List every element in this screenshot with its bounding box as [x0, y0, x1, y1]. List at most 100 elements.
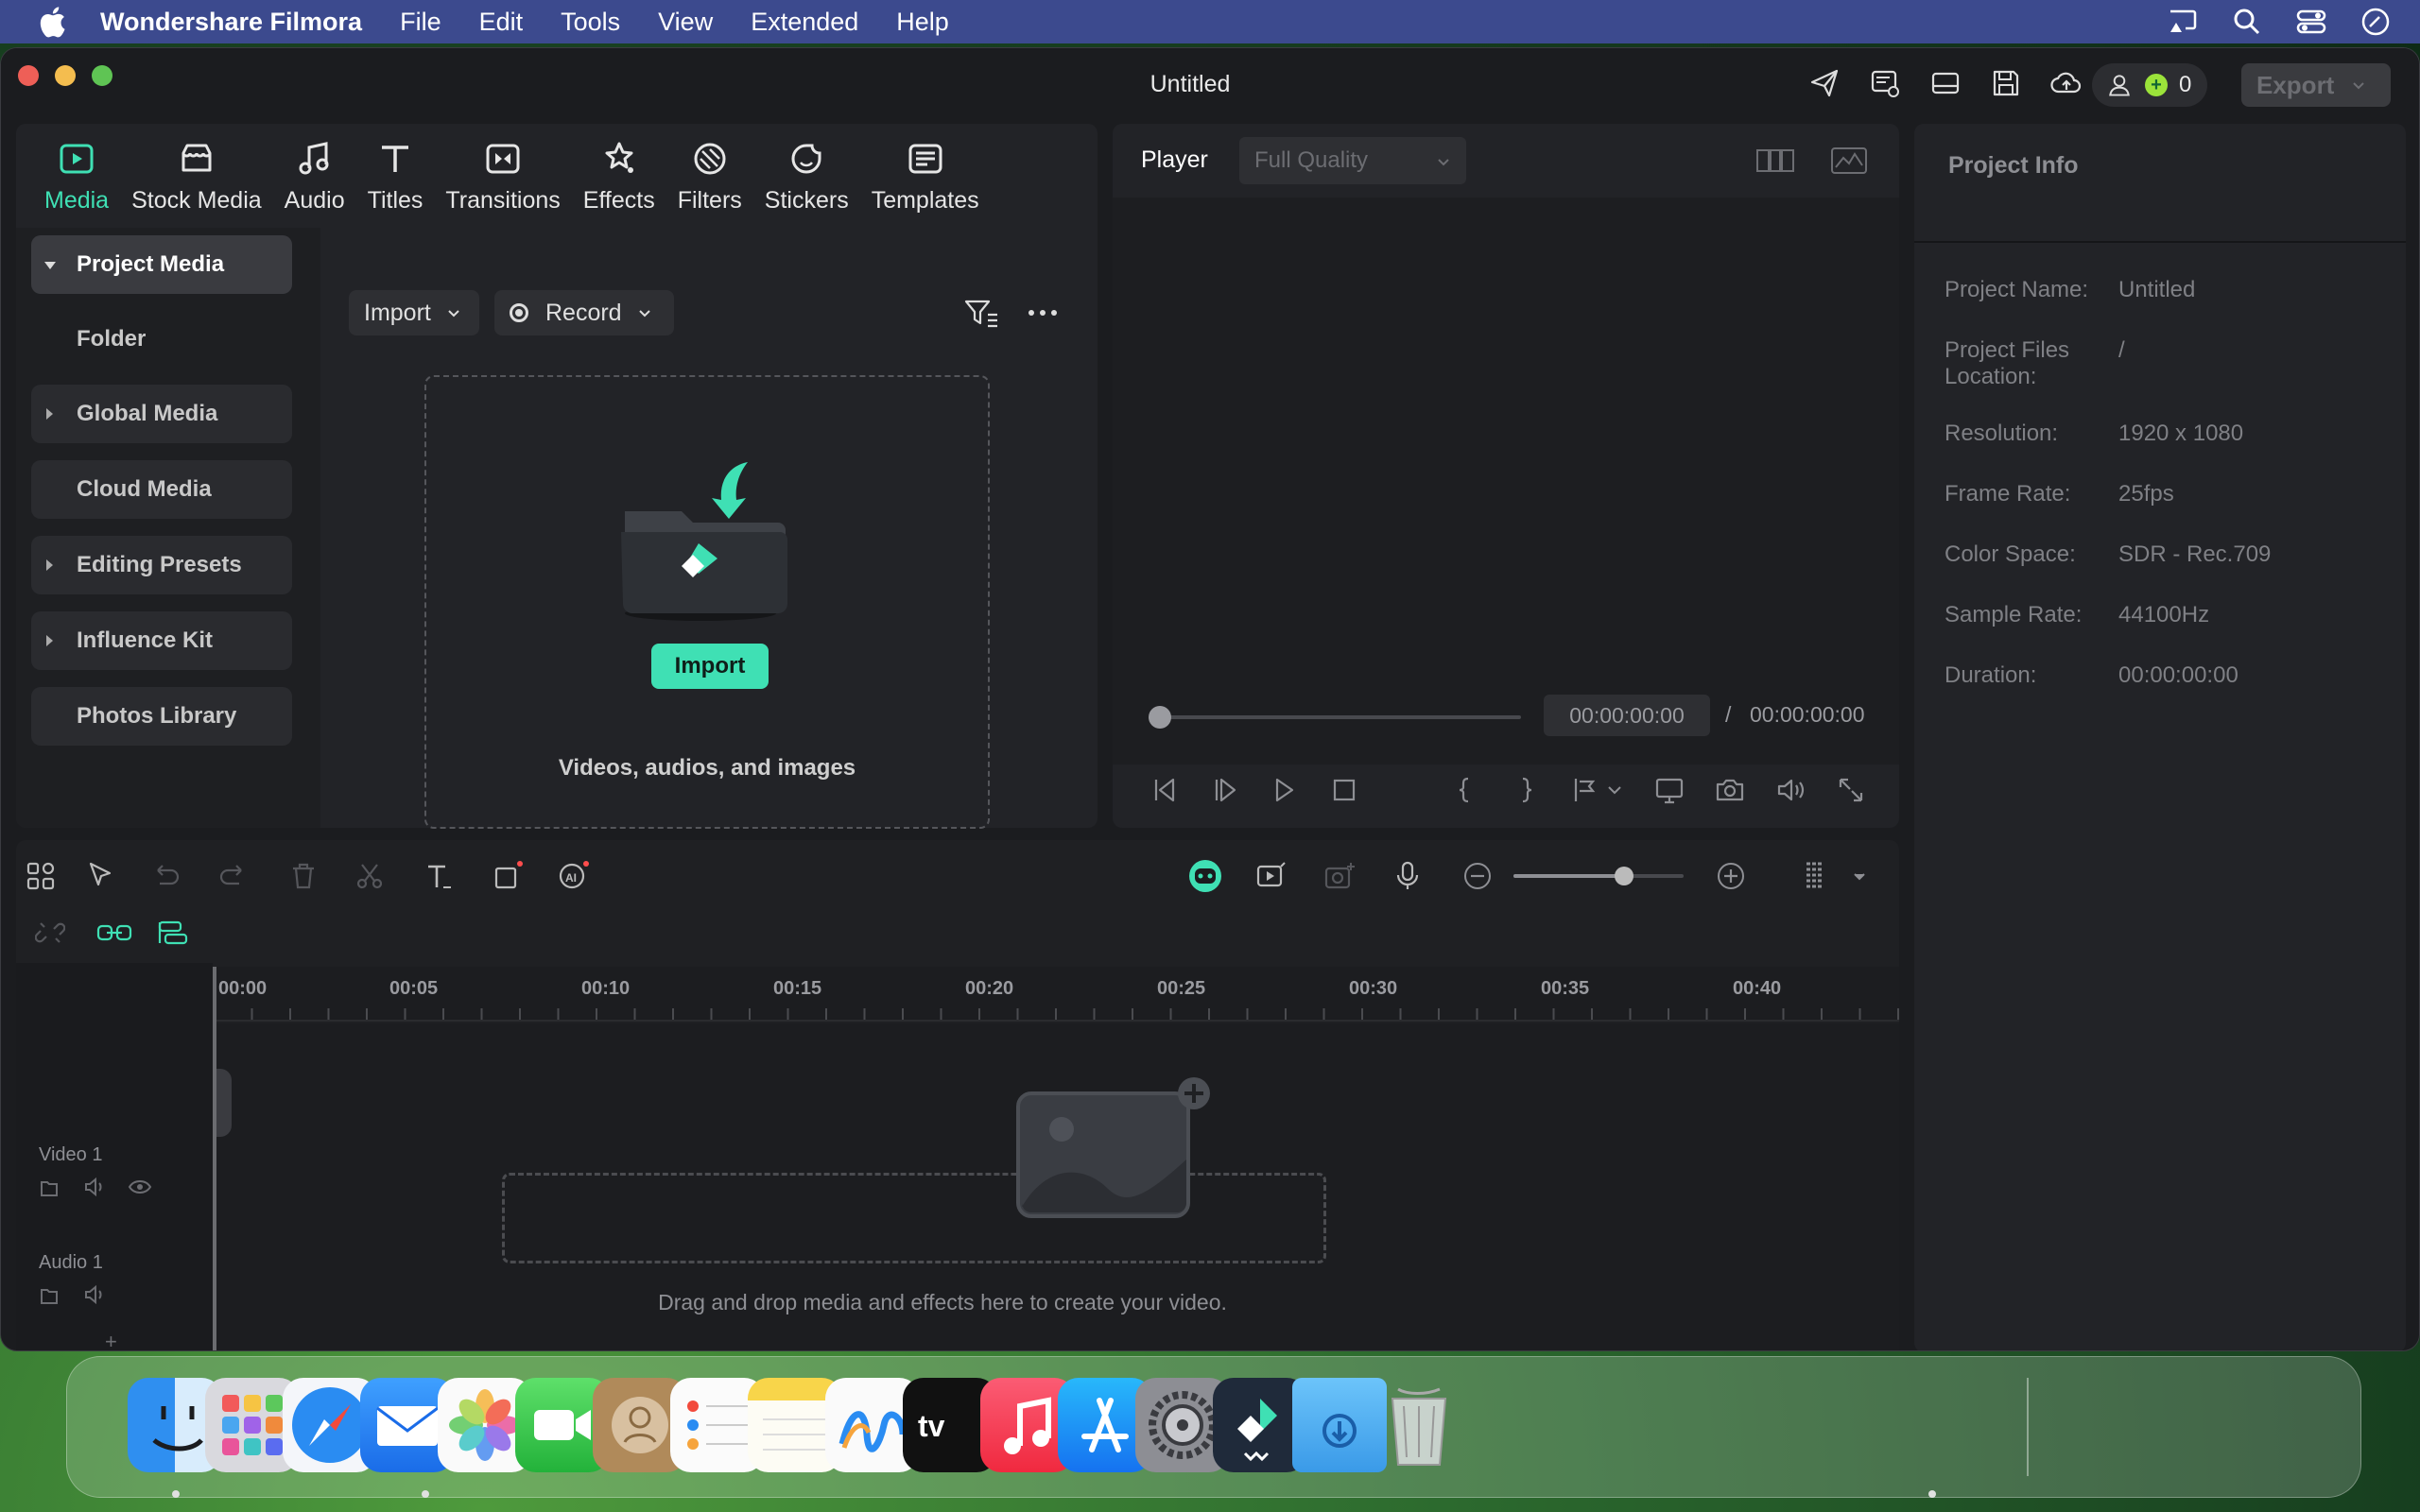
control-center-icon[interactable]: [2295, 6, 2327, 38]
tab-titles[interactable]: Titles: [356, 124, 435, 215]
quality-select[interactable]: Full Quality: [1239, 137, 1466, 184]
microphone-icon[interactable]: [1391, 859, 1425, 893]
text-tool-icon[interactable]: [423, 859, 457, 893]
screen-record-icon[interactable]: [1867, 65, 1903, 101]
tab-templates[interactable]: Templates: [860, 124, 991, 215]
auto-reframe-icon[interactable]: [1254, 859, 1288, 893]
tab-stock-media[interactable]: Stock Media: [120, 124, 273, 215]
cloud-upload-icon[interactable]: [2048, 65, 2084, 101]
export-button[interactable]: Export: [2241, 63, 2391, 107]
track-lock-icon[interactable]: [37, 1282, 61, 1307]
volume-icon[interactable]: [1774, 774, 1806, 806]
waveform-scope-icon[interactable]: [1829, 145, 1869, 177]
menu-file[interactable]: File: [400, 8, 441, 37]
info-value: SDR - Rec.709: [2118, 541, 2272, 567]
magnetic-timeline-icon[interactable]: [156, 918, 190, 948]
siri-icon[interactable]: [2360, 6, 2392, 38]
tab-media[interactable]: Media: [33, 124, 120, 215]
tab-transitions[interactable]: Transitions: [434, 124, 571, 215]
menu-help[interactable]: Help: [896, 8, 949, 37]
search-icon[interactable]: [2231, 6, 2263, 38]
apple-icon[interactable]: [38, 6, 66, 38]
add-scene-icon[interactable]: [1322, 859, 1357, 893]
track-volume-icon[interactable]: [82, 1282, 107, 1307]
export-label: Export: [2256, 70, 2335, 99]
filter-sort-icon[interactable]: [963, 298, 1001, 330]
grid-view-icon[interactable]: [1755, 145, 1795, 177]
zoom-slider[interactable]: [1513, 867, 1684, 885]
delete-icon[interactable]: [286, 859, 320, 893]
import-media-button[interactable]: Import: [651, 644, 769, 689]
ruler-ticks: [213, 1008, 1899, 1020]
unlink-icon[interactable]: [35, 918, 65, 948]
sidebar-item-influence-kit[interactable]: Influence Kit: [31, 611, 292, 670]
timeline-ruler[interactable]: 00:00 00:05 00:10 00:15 00:20 00:25 00:3…: [213, 967, 1899, 1022]
import-dropdown[interactable]: Import: [349, 290, 479, 335]
playback-scrubber[interactable]: [1156, 715, 1521, 719]
tab-filters[interactable]: Filters: [666, 124, 753, 215]
ruler-label: 00:00: [218, 978, 268, 999]
add-media-placeholder-icon: [1016, 1077, 1210, 1218]
menu-view[interactable]: View: [658, 8, 713, 37]
scrubber-knob[interactable]: [1149, 706, 1171, 729]
undo-icon[interactable]: [148, 859, 182, 893]
menu-tools[interactable]: Tools: [561, 8, 620, 37]
sidebar-item-global-media[interactable]: Global Media: [31, 385, 292, 443]
play-frame-icon[interactable]: [1209, 774, 1241, 806]
sidebar-item-editing-presets[interactable]: Editing Presets: [31, 536, 292, 594]
split-scissors-icon[interactable]: [353, 859, 387, 893]
redo-icon[interactable]: [216, 859, 251, 893]
link-tracks-icon[interactable]: [95, 918, 133, 948]
zoom-slider-knob[interactable]: [1615, 867, 1634, 885]
zoom-out-icon[interactable]: [1461, 859, 1495, 893]
send-icon[interactable]: [1806, 65, 1842, 101]
menu-edit[interactable]: Edit: [479, 8, 524, 37]
ai-assistant-icon[interactable]: [1186, 857, 1224, 895]
layout-icon[interactable]: [1927, 65, 1963, 101]
chevron-down-icon[interactable]: [1604, 774, 1625, 806]
track-volume-icon[interactable]: [82, 1175, 107, 1199]
account-credits[interactable]: + 0: [2092, 63, 2207, 107]
marker-icon[interactable]: [1570, 774, 1602, 806]
previous-frame-icon[interactable]: [1149, 774, 1181, 806]
media-drop-zone[interactable]: Import Videos, audios, and images: [424, 375, 990, 829]
tab-stock-media-label: Stock Media: [131, 187, 262, 214]
snapshot-camera-icon[interactable]: [1714, 774, 1746, 806]
track-lock-icon[interactable]: [37, 1175, 61, 1199]
play-icon[interactable]: [1268, 774, 1300, 806]
ai-tool-icon[interactable]: AI: [557, 859, 591, 893]
track-visibility-eye-icon[interactable]: [128, 1175, 152, 1199]
display-settings-icon[interactable]: [1653, 774, 1685, 806]
tab-audio[interactable]: Audio: [273, 124, 356, 215]
layout-grid-icon[interactable]: [24, 859, 58, 893]
tab-stickers[interactable]: Stickers: [753, 124, 860, 215]
menu-bar: Wondershare Filmora File Edit Tools View…: [0, 0, 2420, 43]
sidebar-item-cloud-media[interactable]: Cloud Media: [31, 460, 292, 519]
stop-icon[interactable]: [1328, 774, 1360, 806]
dock-trash-icon[interactable]: [1372, 1378, 1466, 1472]
fullscreen-icon[interactable]: [1835, 774, 1867, 806]
track-settings-icon[interactable]: [1797, 859, 1831, 893]
mark-in-icon[interactable]: [1449, 774, 1481, 806]
sidebar-item-photos-library[interactable]: Photos Library: [31, 687, 292, 746]
crop-tool-icon[interactable]: [491, 859, 525, 893]
mark-out-icon[interactable]: [1510, 774, 1542, 806]
save-icon[interactable]: [1988, 65, 2024, 101]
zoom-in-icon[interactable]: [1714, 859, 1748, 893]
filters-icon: [694, 143, 726, 175]
current-timecode[interactable]: 00:00:00:00: [1544, 695, 1710, 736]
tab-effects[interactable]: Effects: [572, 124, 666, 215]
chevron-down-icon[interactable]: [1850, 859, 1869, 893]
ruler-label: 00:05: [389, 978, 439, 999]
record-dropdown[interactable]: Record: [494, 290, 674, 335]
more-options-icon[interactable]: [1026, 303, 1060, 322]
menu-app-name[interactable]: Wondershare Filmora: [100, 8, 362, 37]
cast-icon[interactable]: [2167, 6, 2199, 38]
sidebar-item-project-media[interactable]: Project Media: [31, 235, 292, 294]
select-pointer-icon[interactable]: [84, 859, 118, 893]
preview-screen[interactable]: [1113, 198, 1899, 765]
sidebar-item-folder[interactable]: Folder: [31, 310, 292, 369]
ruler-label: 00:35: [1541, 978, 1590, 999]
menu-extended[interactable]: Extended: [751, 8, 858, 37]
add-track-icon[interactable]: +: [105, 1330, 117, 1350]
